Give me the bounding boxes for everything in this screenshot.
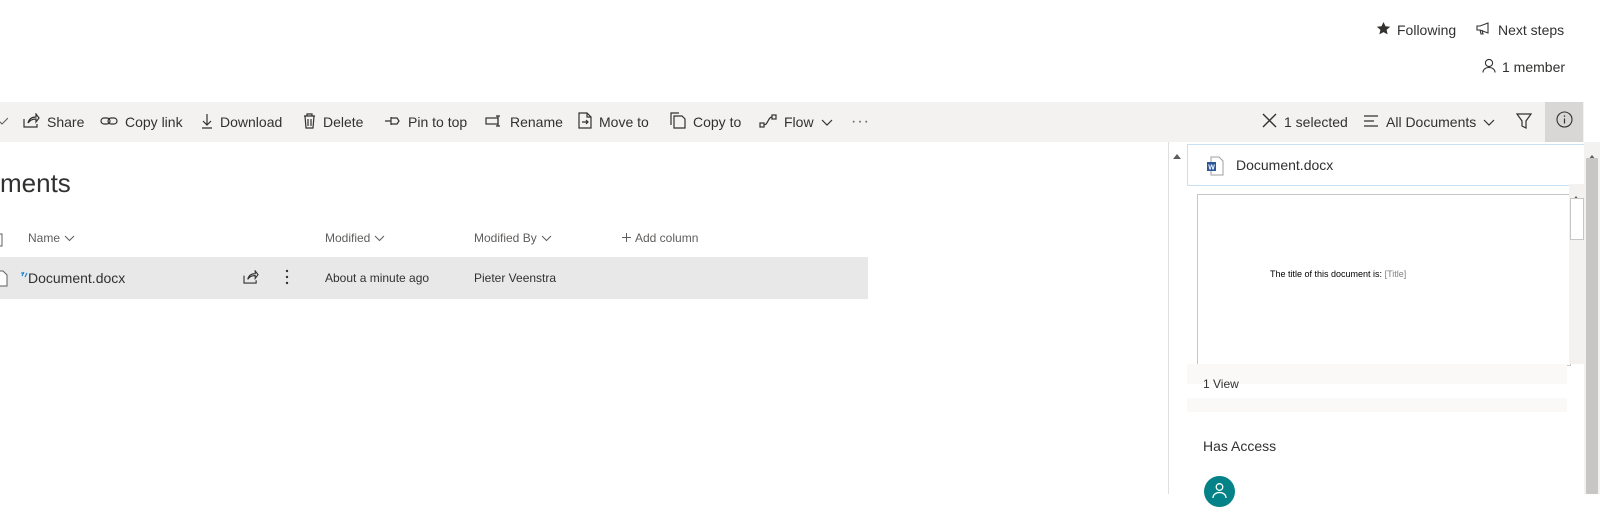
preview-text-label: The title of this document is: [1270,269,1383,279]
library-title: ments [0,168,71,198]
share-icon [23,112,40,131]
members-label: 1 member [1502,59,1566,75]
add-column-button[interactable]: Add column [622,231,698,245]
divider [1187,398,1567,412]
share-label: Share [47,114,85,130]
pin-to-top-button[interactable]: Pin to top [384,102,467,142]
column-header-modified[interactable]: Modified [325,231,385,245]
move-icon [578,112,592,132]
move-to-button[interactable]: Move to [578,102,649,142]
clear-selection-button[interactable]: 1 selected [1262,102,1348,142]
row-share-button[interactable] [243,257,259,299]
chevron-down-icon[interactable] [0,114,9,133]
download-icon [201,113,213,132]
pin-to-top-label: Pin to top [408,114,468,130]
file-icon [0,270,8,292]
move-to-label: Move to [599,114,649,130]
download-button[interactable]: Download [201,102,282,142]
rename-label: Rename [510,114,563,130]
chevron-down-icon [821,114,833,130]
person-icon [1212,482,1227,504]
scrollbar-thumb[interactable] [1586,158,1598,494]
plus-icon [622,231,631,245]
flow-icon [759,113,777,131]
add-column-label: Add column [635,231,699,245]
modified-by-cell[interactable]: Pieter Veenstra [474,257,556,299]
copy-icon [670,112,686,132]
view-switcher[interactable]: All Documents [1363,102,1495,142]
chevron-down-icon [64,231,75,245]
preview-scrollbar[interactable] [1569,184,1584,364]
table-row[interactable]: Document.docx About a minute ago Pieter … [0,257,868,299]
has-access-title: Has Access [1203,438,1277,454]
column-header-name[interactable]: Name [28,231,75,245]
row-more-button[interactable] [285,257,289,299]
share-button[interactable]: Share [23,102,84,142]
star-icon [1376,21,1391,39]
view-label: All Documents [1386,114,1477,130]
follow-button[interactable]: Following [1376,21,1456,39]
trash-icon [303,112,316,132]
modified-cell: About a minute ago [325,271,430,285]
pane-scrollbar[interactable] [1584,142,1600,494]
chevron-down-icon [541,231,552,245]
document-preview: The title of this document is: [Title] [1197,194,1571,366]
file-name-link[interactable]: Document.docx [28,257,125,299]
delete-button[interactable]: Delete [303,102,363,142]
selected-count: 1 selected [1284,114,1348,130]
close-icon [1262,113,1277,131]
details-pane: W Document.docx The title of this docume… [1168,142,1586,507]
preview-text: The title of this document is: [Title] [1270,269,1406,279]
chevron-down-icon [374,231,385,245]
details-file-header: W Document.docx [1187,144,1586,186]
column-name-label: Name [28,231,61,245]
more-icon: ··· [851,113,870,130]
select-all-checkbox[interactable] [0,233,4,252]
more-vertical-icon [285,269,289,288]
next-steps-button[interactable]: Next steps [1476,21,1564,38]
command-bar: Share Copy link Download Delete Pin to t… [0,102,1584,142]
link-icon [100,114,118,130]
svg-text:W: W [1208,165,1215,172]
delete-label: Delete [323,114,364,130]
details-pane-button[interactable] [1545,102,1583,142]
info-icon [1555,111,1573,133]
details-file-name: Document.docx [1236,157,1334,173]
person-icon [1482,58,1496,76]
word-file-icon: W [1206,156,1224,181]
filter-button[interactable] [1515,102,1533,142]
copy-to-button[interactable]: Copy to [670,102,741,142]
column-modified-label: Modified [325,231,371,245]
share-icon [243,268,259,287]
megaphone-icon [1476,21,1492,38]
members-button[interactable]: 1 member [1482,58,1565,76]
preview-placeholder: [Title] [1384,269,1407,279]
list-icon [1363,114,1379,130]
following-label: Following [1397,22,1457,38]
copy-link-label: Copy link [125,114,183,130]
copy-link-button[interactable]: Copy link [100,102,183,142]
avatar[interactable] [1204,476,1235,507]
pin-icon [384,114,401,130]
scrollbar-thumb[interactable] [1570,198,1584,240]
filter-icon [1515,112,1533,132]
column-modified-by-label: Modified By [474,231,537,245]
flow-button[interactable]: Flow [759,102,833,142]
column-header-modified-by[interactable]: Modified By [474,231,552,245]
next-steps-label: Next steps [1498,21,1565,38]
rename-icon [485,114,503,130]
divider [1187,364,1567,384]
copy-to-label: Copy to [693,114,742,130]
chevron-down-icon [1483,114,1495,130]
rename-button[interactable]: Rename [485,102,563,142]
flow-label: Flow [784,114,814,130]
download-label: Download [220,114,283,130]
scroll-up-icon[interactable] [1173,146,1181,164]
view-count: 1 View [1203,377,1239,391]
more-button[interactable]: ··· [851,102,870,142]
